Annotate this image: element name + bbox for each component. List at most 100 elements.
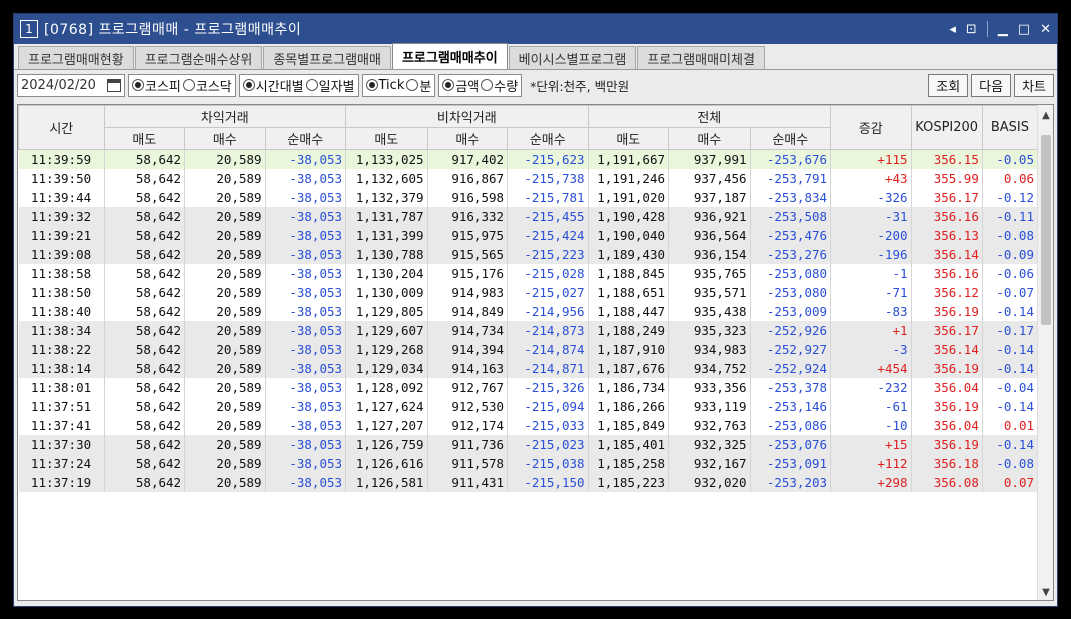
cell-total-buy: 933,119 (668, 396, 751, 416)
table-row[interactable]: 11:39:59 58,642 20,589 -38,053 1,133,025 917,… (18, 149, 1039, 169)
cell-nonarb-sell: 1,129,805 (345, 301, 428, 321)
cell-total-sell: 1,190,428 (588, 206, 670, 226)
cell-basis: -0.17 (982, 320, 1039, 340)
radio-by-time[interactable]: 시간대별 (242, 76, 304, 95)
date-picker[interactable] (17, 73, 125, 97)
table-body: 11:39:59 58,642 20,589 -38,053 1,133,025 917,… (18, 149, 1039, 492)
cell-total-net: -253,076 (750, 434, 832, 454)
title-bar[interactable]: 1 [0768] 프로그램매매 - 프로그램매매추이 ◂ ⊡ ▁ □ ✕ (14, 14, 1057, 44)
tab-2[interactable]: 종목별프로그램매매 (263, 46, 391, 69)
header-basis[interactable]: BASIS (981, 105, 1039, 150)
tab-3[interactable]: 프로그램매매추이 (391, 43, 508, 69)
radio-tick[interactable]: Tick (365, 78, 404, 93)
prev-arrow-icon[interactable]: ◂ (949, 22, 956, 37)
cell-nonarb-net: -215,094 (507, 396, 589, 416)
header-time[interactable]: 시간 (18, 105, 105, 150)
header-nonarb-buy[interactable]: 매수 (426, 127, 509, 150)
cell-nonarb-sell: 1,133,025 (345, 149, 428, 169)
tab-5[interactable]: 프로그램매매미체결 (637, 46, 765, 69)
next-button[interactable]: 다음 (971, 73, 1012, 97)
maximize-icon[interactable]: □ (1018, 22, 1030, 37)
table-row[interactable]: 11:38:01 58,642 20,589 -38,053 1,128,092 912,… (18, 377, 1039, 397)
tab-4[interactable]: 베이시스별프로그램 (508, 46, 637, 69)
table-row[interactable]: 11:37:30 58,642 20,589 -38,053 1,126,759 911,… (18, 434, 1039, 454)
cell-kospi200: 356.08 (911, 472, 983, 492)
table-row[interactable]: 11:38:50 58,642 20,589 -38,053 1,130,009 914,… (18, 282, 1039, 302)
radio-by-day-label: 일자별 (318, 79, 355, 95)
table-row[interactable]: 11:38:58 58,642 20,589 -38,053 1,130,204 915,… (18, 263, 1039, 283)
cell-arb-buy: 20,589 (184, 168, 266, 188)
radio-minute-dot[interactable] (406, 79, 419, 91)
query-button[interactable]: 조회 (928, 73, 969, 97)
date-field[interactable] (21, 77, 103, 93)
radio-quantity-dot[interactable] (481, 79, 494, 91)
cell-nonarb-buy: 912,767 (427, 377, 509, 397)
radio-kospi[interactable]: 코스피 (132, 76, 181, 95)
cell-arb-buy: 20,589 (184, 187, 266, 207)
radio-amount[interactable]: 금액 (442, 76, 479, 95)
header-arb-sell[interactable]: 매도 (103, 127, 186, 150)
header-total-buy[interactable]: 매수 (668, 127, 751, 150)
cell-total-buy: 932,763 (668, 415, 751, 435)
cell-nonarb-buy: 911,431 (427, 472, 509, 492)
cell-arb-net: -38,053 (265, 263, 347, 283)
radio-tick-dot[interactable] (365, 79, 378, 91)
scroll-up-icon[interactable]: ▲ (1038, 107, 1053, 123)
cell-basis: -0.05 (982, 149, 1039, 169)
header-nonarb-net[interactable]: 순매수 (507, 127, 589, 150)
restore-icon[interactable]: ⊡ (966, 22, 977, 37)
cell-total-net: -253,203 (750, 472, 832, 492)
scroll-thumb[interactable] (1041, 135, 1051, 325)
cell-nonarb-buy: 916,332 (427, 206, 509, 226)
cell-kospi200: 356.19 (911, 301, 983, 321)
cell-time: 11:37:19 (18, 472, 105, 492)
radio-amount-dot[interactable] (442, 79, 455, 91)
vertical-scrollbar[interactable]: ▲ ▼ (1037, 105, 1053, 600)
calendar-icon[interactable] (107, 78, 121, 92)
header-arb-buy[interactable]: 매수 (184, 127, 266, 150)
table-row[interactable]: 11:38:34 58,642 20,589 -38,053 1,129,607 914,… (18, 320, 1039, 340)
radio-kospi-dot[interactable] (132, 79, 144, 91)
table-row[interactable]: 11:38:22 58,642 20,589 -38,053 1,129,268 914,… (18, 339, 1039, 359)
radio-kosdaq[interactable]: 코스닥 (182, 76, 232, 95)
scroll-down-icon[interactable]: ▼ (1038, 584, 1053, 600)
radio-by-time-dot[interactable] (242, 79, 255, 91)
radio-by-day[interactable]: 일자별 (305, 76, 355, 95)
cell-nonarb-net: -214,874 (507, 339, 589, 359)
program-trend-grid[interactable]: 시간 차익거래 비차익거래 전체 증감 KOSPI200 BASIS 매도 매수… (17, 104, 1054, 601)
header-total-net[interactable]: 순매수 (749, 127, 832, 150)
header-total-sell[interactable]: 매도 (587, 127, 670, 150)
header-change[interactable]: 증감 (830, 105, 912, 150)
table-row[interactable]: 11:39:21 58,642 20,589 -38,053 1,131,399 915,… (18, 225, 1039, 245)
cell-time: 11:37:41 (18, 415, 105, 435)
radio-quantity[interactable]: 수량 (481, 76, 518, 95)
radio-minute[interactable]: 분 (406, 76, 431, 95)
table-row[interactable]: 11:37:24 58,642 20,589 -38,053 1,126,616 911,… (18, 453, 1039, 473)
table-row[interactable]: 11:39:32 58,642 20,589 -38,053 1,131,787 916,… (18, 206, 1039, 226)
radio-kosdaq-dot[interactable] (182, 79, 195, 91)
table-row[interactable]: 11:37:51 58,642 20,589 -38,053 1,127,624 912,… (18, 396, 1039, 416)
tab-0[interactable]: 프로그램매매현황 (18, 46, 134, 69)
close-icon[interactable]: ✕ (1040, 22, 1051, 37)
table-row[interactable]: 11:38:40 58,642 20,589 -38,053 1,129,805 914,… (18, 301, 1039, 321)
header-kospi200[interactable]: KOSPI200 (910, 105, 983, 150)
table-row[interactable]: 11:39:08 58,642 20,589 -38,053 1,130,788 915,… (18, 244, 1039, 264)
chart-button[interactable]: 차트 (1014, 73, 1054, 97)
table-row[interactable]: 11:37:41 58,642 20,589 -38,053 1,127,207 912,… (18, 415, 1039, 435)
cell-time: 11:39:50 (18, 168, 105, 188)
table-row[interactable]: 11:37:19 58,642 20,589 -38,053 1,126,581 911,… (18, 472, 1039, 492)
table-row[interactable]: 11:38:14 58,642 20,589 -38,053 1,129,034 914,… (18, 358, 1039, 378)
tab-1[interactable]: 프로그램순매수상위 (134, 46, 263, 69)
cell-basis: -0.11 (982, 206, 1039, 226)
cell-arb-net: -38,053 (265, 339, 347, 359)
period-radio-group: 시간대별 일자별 (238, 73, 359, 97)
header-nonarb-sell[interactable]: 매도 (345, 127, 428, 150)
cell-change: -83 (830, 301, 912, 321)
minimize-icon[interactable]: ▁ (998, 22, 1008, 37)
cell-arb-net: -38,053 (265, 434, 347, 454)
table-row[interactable]: 11:39:50 58,642 20,589 -38,053 1,132,605 916,… (18, 168, 1039, 188)
header-arb-net[interactable]: 순매수 (264, 127, 347, 150)
table-row[interactable]: 11:39:44 58,642 20,589 -38,053 1,132,379 916,… (18, 187, 1039, 207)
cell-total-net: -252,926 (750, 320, 832, 340)
radio-by-day-dot[interactable] (305, 79, 318, 91)
